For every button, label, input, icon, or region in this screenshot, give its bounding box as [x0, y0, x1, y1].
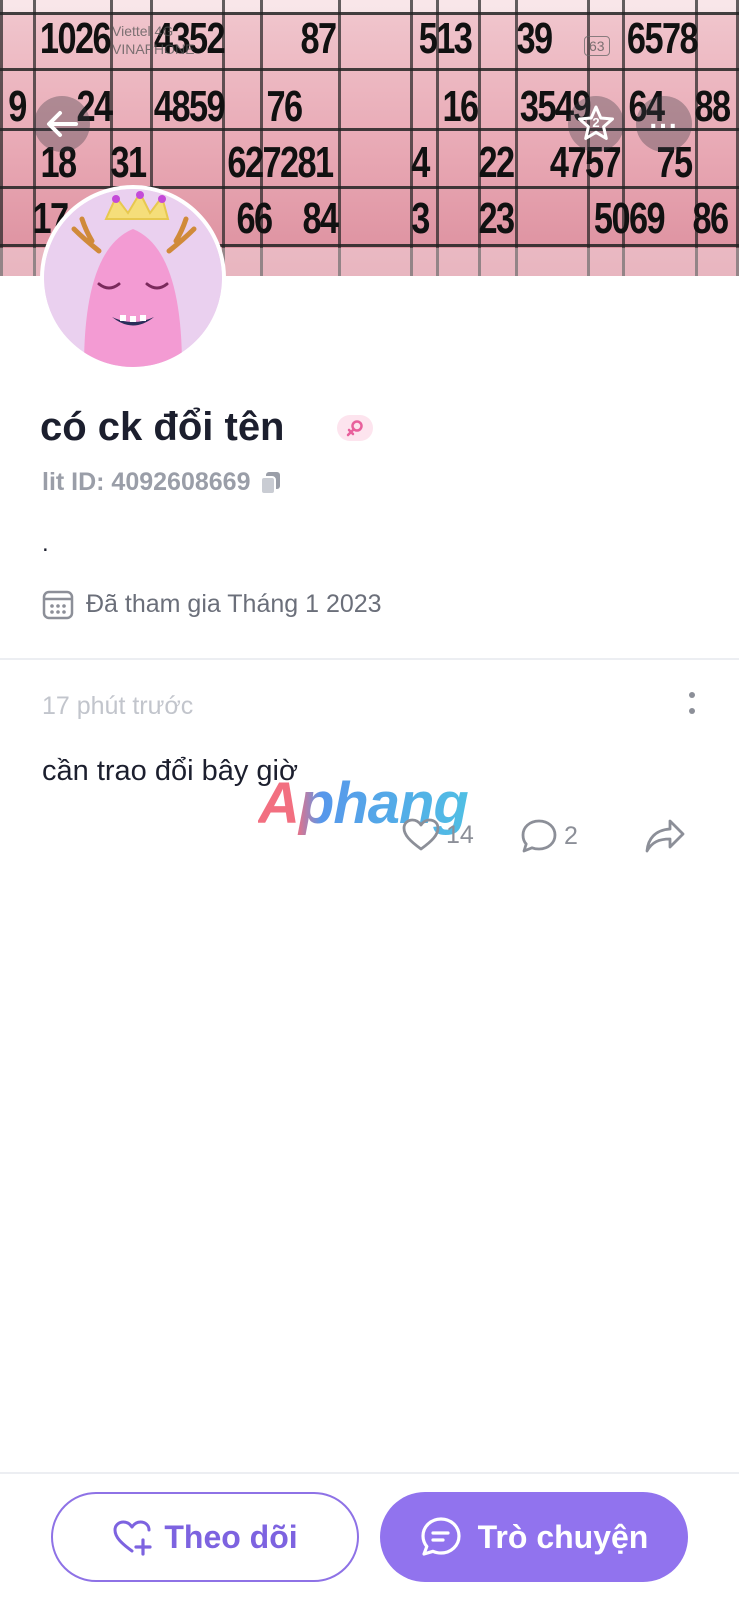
comment-button[interactable]: 2 [520, 818, 578, 854]
dot [689, 692, 695, 698]
chat-bubble-icon [421, 1517, 461, 1556]
calendar-icon [42, 590, 74, 620]
profile-bio: . [42, 530, 49, 557]
post-menu-button[interactable] [680, 688, 704, 718]
cover-number: 23 [478, 194, 515, 243]
avatar[interactable] [40, 185, 226, 371]
cover-number: 31 [110, 138, 147, 187]
favorite-button[interactable]: 2 [568, 96, 624, 152]
cover-number: 5069 [593, 194, 666, 243]
comment-count: 2 [564, 821, 578, 850]
status-bar-carrier: Viettel 4G VINAPHONE [112, 23, 195, 57]
lit-id[interactable]: lit ID: 4092608669 [42, 468, 282, 497]
like-button[interactable]: 14 [402, 818, 474, 852]
arrow-left-icon [47, 111, 78, 137]
follow-button[interactable]: Theo dõi [51, 1492, 359, 1582]
cover-number: 6578 [626, 14, 699, 63]
back-button[interactable] [34, 96, 90, 152]
comment-icon [521, 819, 557, 853]
avatar-illustration [44, 189, 222, 367]
more-horizontal-icon: ... [649, 103, 679, 134]
cover-number: 4859 [153, 82, 226, 131]
heart-icon [402, 818, 440, 851]
chat-button[interactable]: Trò chuyện [380, 1492, 688, 1582]
cover-number: 76 [266, 82, 303, 131]
cover-number: 88 [694, 82, 731, 131]
cover-number: 9 [8, 82, 27, 131]
cover-number: 4 [411, 138, 430, 187]
join-date-text: Đã tham gia Tháng 1 2023 [86, 589, 382, 618]
heart-plus-icon [113, 1520, 152, 1556]
star-badge-count: 2 [592, 115, 600, 130]
cover-number: 87 [300, 14, 337, 63]
cover-number: 3 [411, 194, 430, 243]
cover-number: 86 [692, 194, 729, 243]
section-divider [0, 658, 739, 660]
cover-number: 16 [442, 82, 479, 131]
female-icon [346, 420, 363, 437]
like-count: 14 [446, 820, 474, 849]
cover-number: 39 [516, 14, 553, 63]
join-date: Đã tham gia Tháng 1 2023 [42, 588, 382, 620]
cover-number: 22 [478, 138, 515, 187]
gender-badge [337, 415, 373, 441]
share-button[interactable] [644, 818, 686, 854]
cover-number: 627281 [227, 138, 334, 187]
lit-id-text: lit ID: 4092608669 [42, 468, 251, 496]
share-icon [645, 819, 685, 853]
cover-number: 1026 [39, 14, 112, 63]
dot [689, 708, 695, 714]
battery-indicator: 63 [584, 36, 610, 56]
copy-icon[interactable] [260, 471, 282, 495]
cover-number: 513 [418, 14, 473, 63]
follow-label: Theo dõi [164, 1518, 298, 1555]
profile-name: có ck đổi tên [40, 405, 285, 449]
post-timestamp: 17 phút trước [42, 692, 194, 720]
more-options-button[interactable]: ... [636, 96, 692, 152]
chat-label: Trò chuyện [477, 1518, 649, 1555]
bottom-divider [0, 1472, 739, 1474]
cover-number: 66 [236, 194, 273, 243]
cover-number: 84 [302, 194, 339, 243]
